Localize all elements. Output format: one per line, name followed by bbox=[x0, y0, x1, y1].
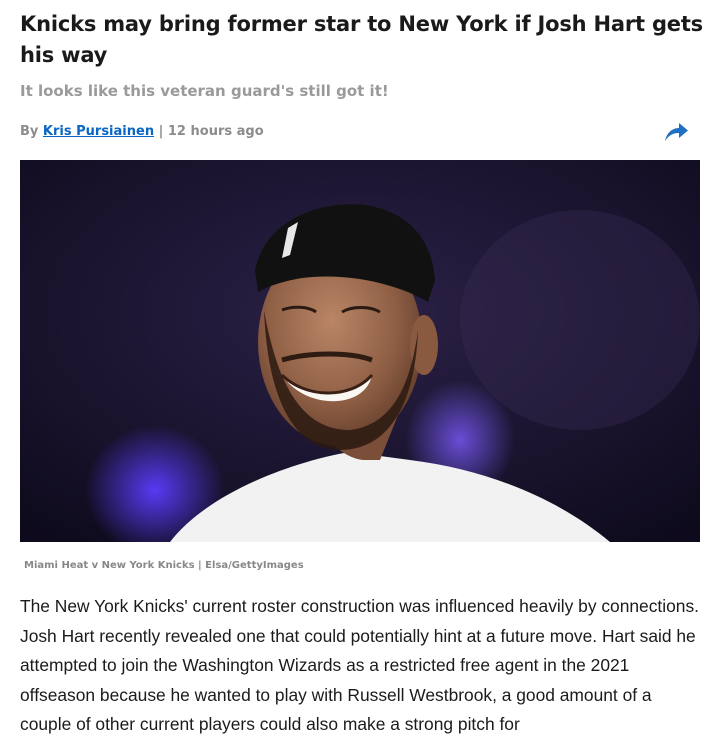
hero-photo bbox=[20, 160, 700, 542]
share-button[interactable] bbox=[662, 118, 690, 146]
hero-image bbox=[20, 160, 700, 542]
byline: By Kris Pursiainen | 12 hours ago bbox=[20, 124, 264, 139]
byline-prefix: By bbox=[20, 124, 43, 139]
share-arrow-icon bbox=[665, 123, 688, 141]
byline-separator: | bbox=[154, 124, 168, 139]
publish-time: 12 hours ago bbox=[167, 124, 264, 139]
image-caption: Miami Heat v New York Knicks | Elsa/Gett… bbox=[24, 560, 304, 571]
article-subheadline: It looks like this veteran guard's still… bbox=[20, 82, 389, 100]
author-link[interactable]: Kris Pursiainen bbox=[43, 124, 154, 139]
article-body: The New York Knicks' current roster cons… bbox=[20, 596, 699, 734]
article-headline: Knicks may bring former star to New York… bbox=[20, 12, 703, 67]
